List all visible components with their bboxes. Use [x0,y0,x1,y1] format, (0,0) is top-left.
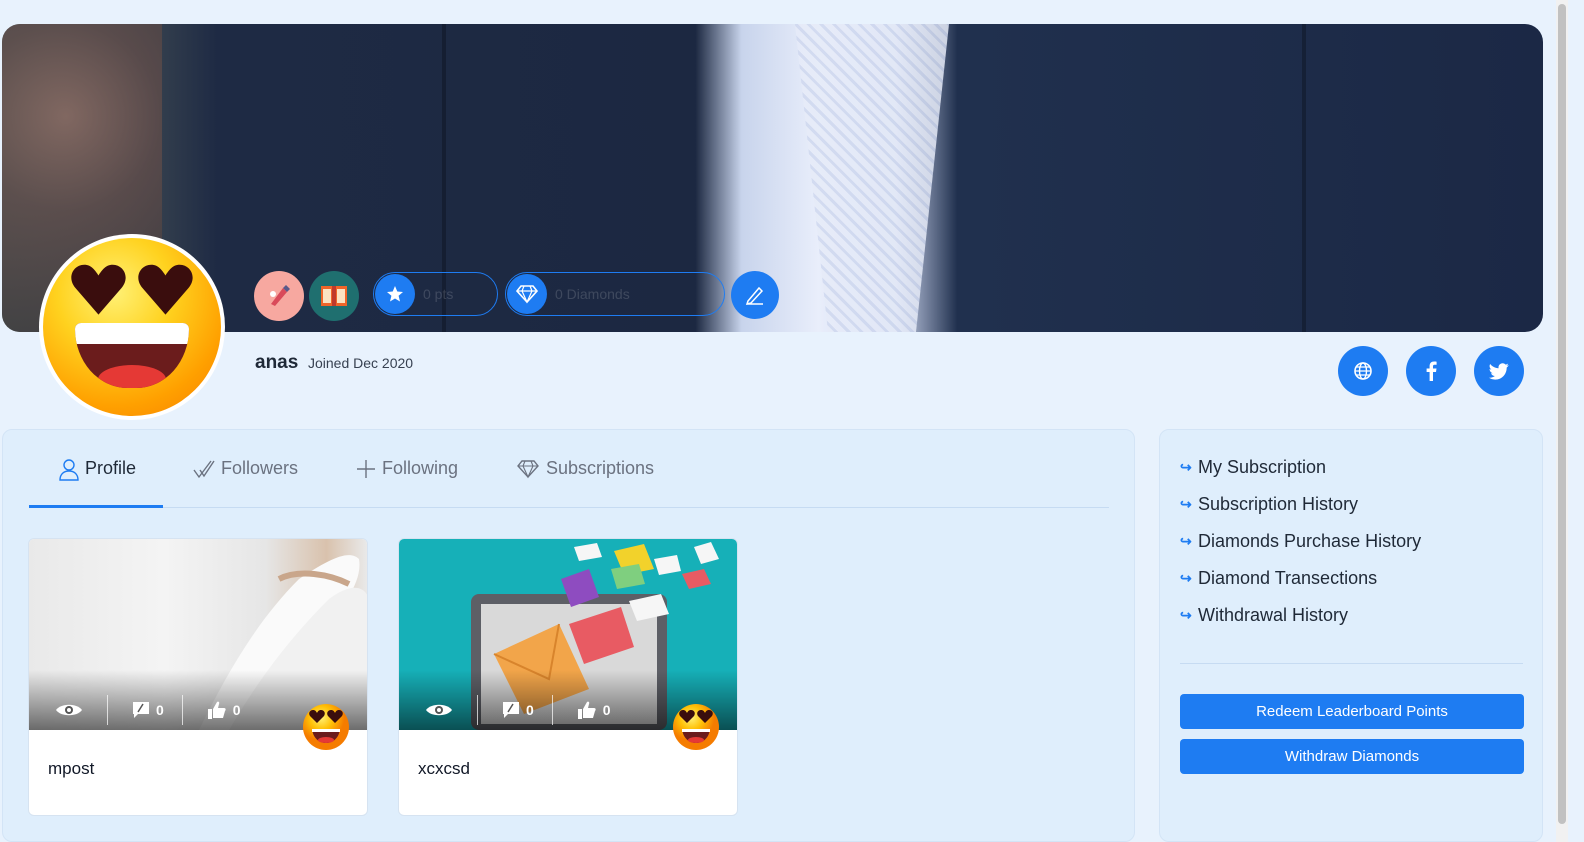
sidebar-divider [1180,663,1523,664]
comments-stat: 0 [478,695,552,725]
page-scrollbar[interactable] [1556,0,1568,842]
tab-following[interactable]: Following [356,452,458,508]
tab-following-label: Following [382,458,459,478]
post-stats: 0 0 [399,695,629,725]
withdraw-diamonds-button[interactable]: Withdraw Diamonds [1180,739,1524,774]
edit-profile-button[interactable] [731,271,779,319]
tab-profile-label: Profile [85,458,137,478]
profile-content-panel: Profile Followers Following Subscription… [2,429,1135,842]
joined-date: Joined Dec 2020 [308,355,414,371]
redeem-leaderboard-points-button[interactable]: Redeem Leaderboard Points [1180,694,1524,729]
sidebar-link-diamond-transections[interactable]: ↪ Diamond Transections [1180,568,1377,589]
eye-icon [56,704,82,716]
redirect-arrow-icon: ↪ [1180,607,1192,623]
twitter-button[interactable] [1474,346,1524,396]
facebook-button[interactable] [1406,346,1456,396]
globe-icon [1354,362,1372,380]
scrollbar-thumb[interactable] [1558,4,1566,824]
sidebar-link-label: Subscription History [1198,494,1359,514]
author-emoji-icon [673,704,719,750]
heart-eyes-emoji-icon [43,238,221,416]
views-stat [399,695,477,725]
points-pill[interactable]: 0 pts [373,272,498,316]
comment-icon [133,702,149,718]
profile-tabs: Profile Followers Following Subscription… [29,430,1109,508]
pencil-icon [745,286,764,306]
sidebar-link-withdrawal-history[interactable]: ↪ Withdrawal History [1180,605,1348,626]
redirect-arrow-icon: ↪ [1180,570,1192,586]
comments-count: 0 [156,702,164,718]
tab-profile[interactable]: Profile [29,452,163,508]
star-points-icon [375,274,415,314]
post-stats: 0 0 [29,695,259,725]
comments-stat: 0 [108,695,182,725]
redirect-arrow-icon: ↪ [1180,496,1192,512]
username: anas [255,352,299,373]
points-value: 0 pts [423,286,454,302]
thumbs-up-icon [577,701,596,719]
eye-icon [426,704,452,716]
sidebar-link-diamonds-purchase-history[interactable]: ↪ Diamonds Purchase History [1180,531,1421,552]
post-card[interactable]: 0 0 mpost [28,538,368,816]
cover-lapel-line [1302,24,1306,332]
redirect-arrow-icon: ↪ [1180,533,1192,549]
sidebar-link-label: Diamonds Purchase History [1198,531,1422,551]
tab-followers[interactable]: Followers [193,452,298,508]
comment-icon [503,702,519,718]
author-emoji-icon [303,704,349,750]
post-title[interactable]: xcxcsd [418,759,470,779]
diamond-icon [507,274,547,314]
likes-count: 0 [602,702,611,718]
tab-followers-label: Followers [221,458,299,478]
writer-badge-icon[interactable] [254,271,304,321]
post-title[interactable]: mpost [48,759,94,779]
tab-subscriptions[interactable]: Subscriptions [516,452,654,508]
diamond-icon [517,460,539,479]
avatar[interactable] [39,234,225,420]
sidebar-link-subscription-history[interactable]: ↪ Subscription History [1180,494,1358,515]
heart-eye-icon [70,264,126,315]
twitter-icon [1489,362,1509,380]
account-sidebar: ↪ My Subscription ↪ Subscription History ↪… [1159,429,1543,842]
sidebar-link-label: My Subscription [1198,457,1327,477]
sidebar-link-label: Diamond Transections [1198,568,1378,588]
likes-count: 0 [232,702,241,718]
book-badge-icon[interactable] [309,271,359,321]
likes-stat: 0 [183,695,259,725]
heart-eye-icon [138,264,193,315]
website-button[interactable] [1338,346,1388,396]
plus-icon [357,460,375,478]
diamonds-value: 0 Diamonds [555,286,630,302]
redirect-arrow-icon: ↪ [1180,459,1192,475]
emoji-mouth [75,323,189,388]
likes-stat: 0 [553,695,629,725]
facebook-icon [1426,361,1437,381]
sidebar-link-my-subscription[interactable]: ↪ My Subscription [1180,457,1326,478]
user-icon [59,459,79,481]
post-card[interactable]: 0 0 xcxcsd [398,538,738,816]
tab-subscriptions-label: Subscriptions [546,458,655,478]
thumbs-up-icon [207,701,226,719]
sidebar-link-label: Withdrawal History [1198,605,1349,625]
cover-tie [795,24,949,332]
comments-count: 0 [526,702,534,718]
diamonds-pill[interactable]: 0 Diamonds [505,272,725,316]
double-check-icon [193,460,215,479]
views-stat [29,695,107,725]
